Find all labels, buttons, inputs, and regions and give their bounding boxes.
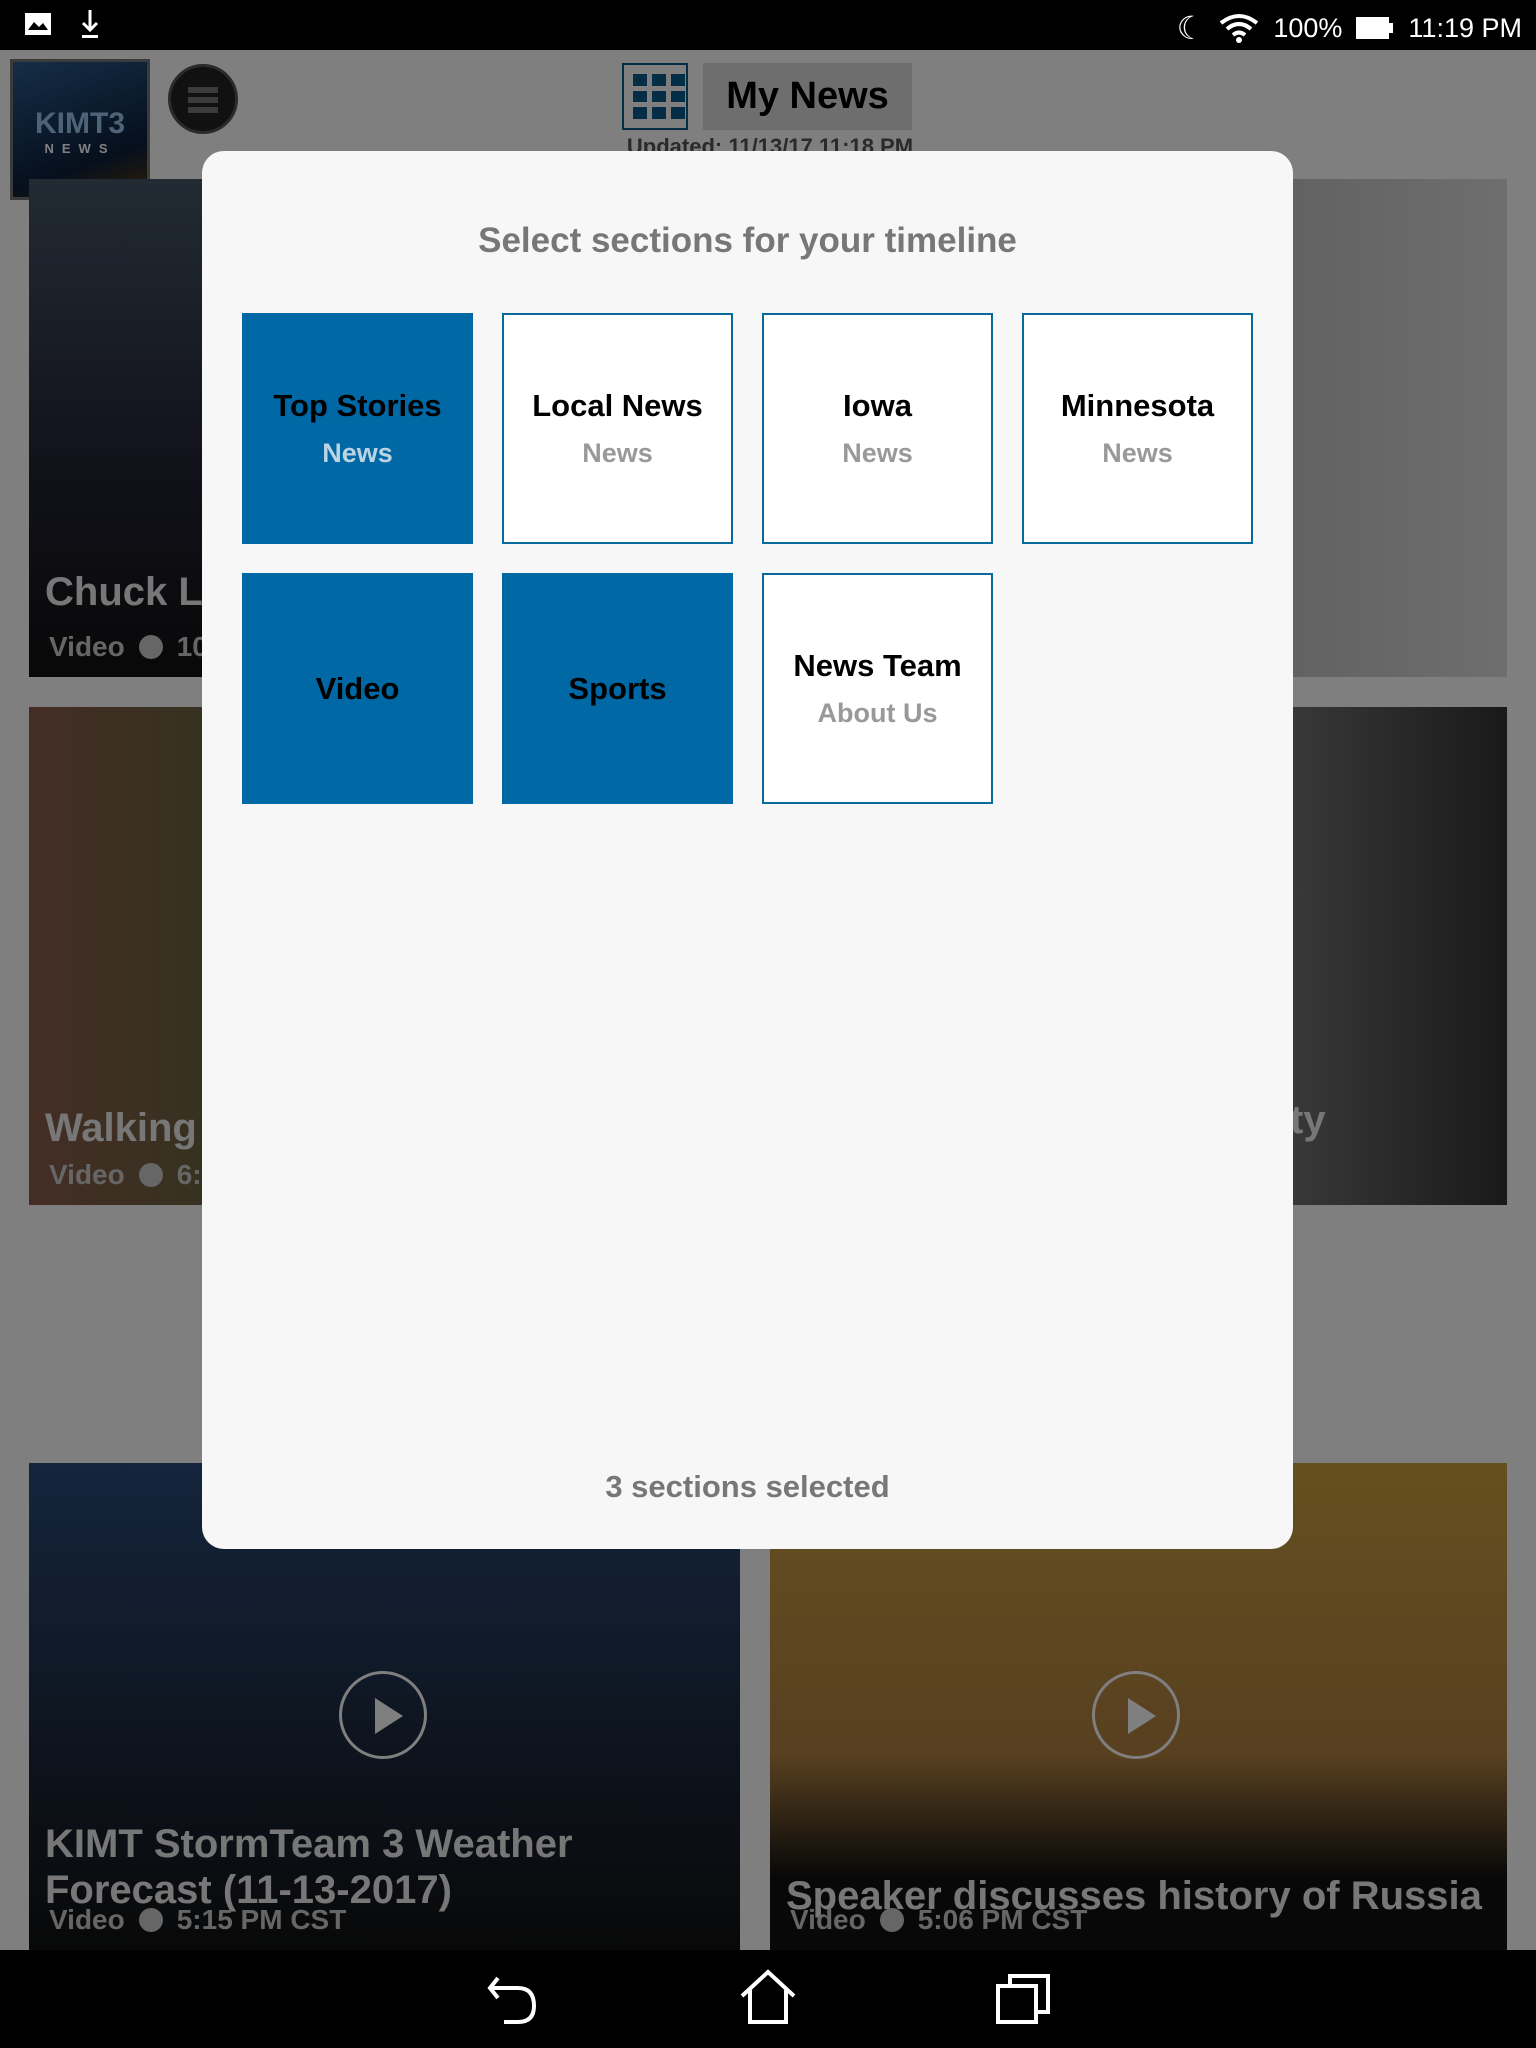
dialog-title: Select sections for your timeline [478, 221, 1017, 260]
section-video[interactable]: Video [242, 573, 473, 804]
navigation-bar [0, 1950, 1536, 2048]
clock: 11:19 PM [1408, 12, 1522, 43]
status-bar: ☾ 100% 11:19 PM [0, 0, 1536, 50]
moon-icon: ☾ [1176, 10, 1206, 46]
section-sports[interactable]: Sports [502, 573, 733, 804]
section-iowa[interactable]: Iowa News [762, 313, 993, 544]
section-minnesota[interactable]: Minnesota News [1022, 313, 1253, 544]
battery-percent: 100% [1273, 12, 1343, 43]
section-news-team[interactable]: News Team About Us [762, 573, 993, 804]
download-icon [81, 10, 99, 38]
section-top-stories[interactable]: Top Stories News [242, 313, 473, 544]
selected-count: 3 sections selected [605, 1469, 890, 1504]
section-select-dialog: Select sections for your timeline Top St… [202, 151, 1293, 1549]
back-icon[interactable] [484, 1974, 540, 2026]
section-local-news[interactable]: Local News News [502, 313, 733, 544]
recents-icon[interactable] [994, 1972, 1054, 2026]
wifi-icon [1220, 14, 1259, 43]
battery-icon [1356, 17, 1394, 39]
image-icon [25, 13, 51, 35]
home-icon[interactable] [738, 1968, 798, 2026]
